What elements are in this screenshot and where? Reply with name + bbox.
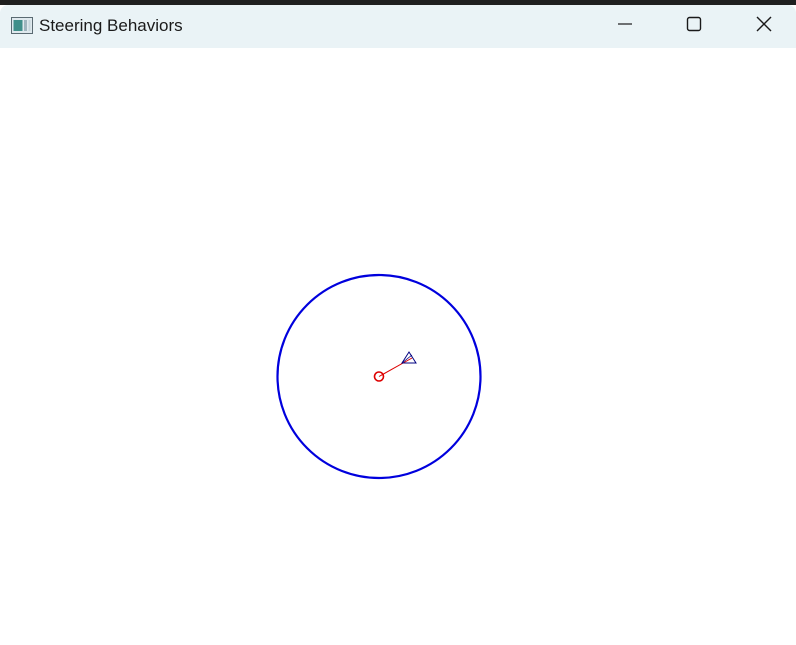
title-bar[interactable]: Steering Behaviors <box>0 5 796 48</box>
close-button[interactable] <box>734 5 794 48</box>
simulation-canvas[interactable] <box>0 48 796 645</box>
app-window: Steering Behaviors <box>0 0 796 645</box>
close-icon <box>755 15 773 38</box>
steering-vector-line <box>378 357 413 377</box>
window-title: Steering Behaviors <box>39 16 183 35</box>
maximize-button[interactable] <box>664 5 724 48</box>
simulation-scene <box>276 273 482 480</box>
minimize-button[interactable] <box>595 5 655 48</box>
minimize-icon <box>617 16 633 37</box>
app-window-icon <box>11 17 33 34</box>
maximize-icon <box>686 16 702 37</box>
